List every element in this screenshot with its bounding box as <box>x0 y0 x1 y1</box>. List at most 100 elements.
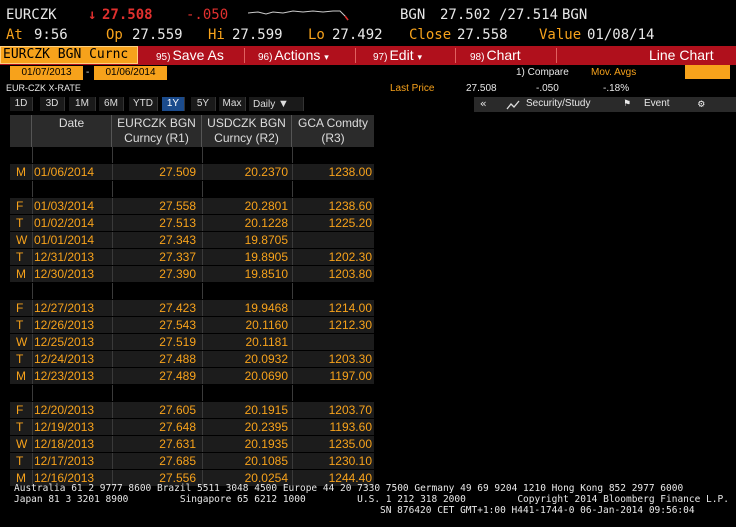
caret-down-icon: ▾ <box>324 52 329 62</box>
period-3d-button[interactable]: 3D <box>40 97 65 111</box>
cell-r2: 20.1228 <box>244 216 288 230</box>
column-divider <box>32 181 33 197</box>
cell-r3: 1203.80 <box>328 267 372 281</box>
price-source: BGN <box>400 7 426 23</box>
period-max-button[interactable]: Max <box>219 97 246 111</box>
table-header-r1[interactable]: EURCZK BGN Curncy (R1) <box>112 115 202 147</box>
period-1m-button[interactable]: 1M <box>69 97 96 111</box>
column-divider <box>292 266 293 282</box>
table-row[interactable]: F 01/03/2014 27.558 20.2801 1238.60 <box>10 198 374 214</box>
table-row[interactable]: M 12/23/2013 27.489 20.0690 1197.00 <box>10 368 374 384</box>
table-row[interactable]: F 12/20/2013 27.605 20.1915 1203.70 <box>10 402 374 418</box>
table-row[interactable]: T 12/26/2013 27.543 20.1160 1212.30 <box>10 317 374 333</box>
toolbar-divider <box>355 48 356 63</box>
column-divider <box>292 453 293 469</box>
footer-line-3: SN 876420 CET GMT+1:00 H441-1744-0 06-Ja… <box>380 505 695 516</box>
period-ytd-button[interactable]: YTD <box>129 97 158 111</box>
table-row[interactable]: T 01/02/2014 27.513 20.1228 1225.20 <box>10 215 374 231</box>
column-divider <box>112 300 113 316</box>
period-1y-button[interactable]: 1Y <box>162 97 185 111</box>
mov-avgs-field[interactable] <box>685 65 730 79</box>
gear-icon[interactable]: ⚙ <box>698 97 705 111</box>
table-row[interactable]: T 12/19/2013 27.648 20.2395 1193.60 <box>10 419 374 435</box>
column-divider <box>202 419 203 435</box>
caret-down-icon: ▼ <box>278 98 289 110</box>
cell-r1: 27.488 <box>159 352 196 366</box>
cell-date: 01/06/2014 <box>34 165 95 179</box>
security-study-button[interactable]: Security/Study <box>526 97 590 111</box>
collapse-icon[interactable]: « <box>480 97 487 111</box>
end-date-field[interactable]: 01/06/2014 <box>94 66 167 80</box>
view-type-label[interactable]: Line Chart <box>649 46 714 65</box>
table-row[interactable]: T 12/24/2013 27.488 20.0932 1203.30 <box>10 351 374 367</box>
actions-menu-button[interactable]: 96) Actions ▾ <box>258 46 329 65</box>
table-row[interactable]: T 12/31/2013 27.337 19.8905 1202.30 <box>10 249 374 265</box>
column-divider <box>202 147 203 163</box>
table-row[interactable]: W 01/01/2014 27.343 19.8705 <box>10 232 374 248</box>
column-divider <box>292 436 293 452</box>
mov-avgs-button[interactable]: Mov. Avgs <box>591 67 636 78</box>
column-divider <box>32 249 33 265</box>
cell-d: T <box>16 352 24 366</box>
cell-date: 01/03/2014 <box>34 199 95 213</box>
table-row[interactable]: M 12/30/2013 27.390 19.8510 1203.80 <box>10 266 374 282</box>
column-divider <box>292 385 293 401</box>
column-divider <box>32 419 33 435</box>
table-header-r3[interactable]: GCA Comdty (R3) <box>292 115 374 147</box>
header-r2-line2: Curncy (R2) <box>214 131 279 145</box>
header-r1-line2: Curncy (R1) <box>124 131 189 145</box>
cell-r1: 27.423 <box>159 301 196 315</box>
chart-button[interactable]: 98) Chart <box>470 46 521 65</box>
chart-label: Chart <box>486 47 521 63</box>
table-header-r2[interactable]: USDCZK BGN Curncy (R2) <box>202 115 292 147</box>
header-r1-line1: EURCZK BGN <box>117 116 196 130</box>
period-1d-button[interactable]: 1D <box>10 97 33 111</box>
open-value: 27.559 <box>132 27 183 43</box>
start-date-field[interactable]: 01/07/2013 <box>10 66 83 80</box>
column-divider <box>32 283 33 299</box>
save-as-button[interactable]: 95) Save As <box>156 46 224 65</box>
table-row[interactable]: W 12/18/2013 27.631 20.1935 1235.00 <box>10 436 374 452</box>
net-change: -.050 <box>186 7 229 23</box>
table-header-corner <box>10 115 32 147</box>
table-row[interactable]: M 01/06/2014 27.509 20.2370 1238.00 <box>10 164 374 180</box>
cell-d: T <box>16 454 24 468</box>
toolbar-divider <box>455 48 456 63</box>
table-header-date[interactable]: Date <box>32 115 112 147</box>
cell-r1: 27.648 <box>159 420 196 434</box>
security-name: EUR-CZK X-RATE <box>6 83 81 93</box>
table-row[interactable]: W 12/25/2013 27.519 20.1181 <box>10 334 374 350</box>
period-6m-button[interactable]: 6M <box>99 97 124 111</box>
table-gap-row <box>10 283 374 299</box>
column-divider <box>202 368 203 384</box>
period-5y-button[interactable]: 5Y <box>191 97 216 111</box>
column-divider <box>112 249 113 265</box>
column-divider <box>32 198 33 214</box>
cell-date: 01/02/2014 <box>34 216 95 230</box>
table-row[interactable]: F 12/27/2013 27.423 19.9468 1214.00 <box>10 300 374 316</box>
security-field[interactable]: EURCZK BGN Curnc <box>0 46 138 64</box>
column-divider <box>32 368 33 384</box>
compare-button[interactable]: 1) Compare <box>516 67 569 78</box>
column-divider <box>202 453 203 469</box>
column-divider <box>202 317 203 333</box>
column-divider <box>32 147 33 163</box>
open-label: Op <box>106 27 123 43</box>
cell-date: 12/24/2013 <box>34 352 95 366</box>
frequency-dropdown[interactable]: Daily ▼ <box>249 97 304 111</box>
cell-r2: 20.0690 <box>244 369 288 383</box>
column-divider <box>32 164 33 180</box>
cell-r2: 20.2395 <box>244 420 288 434</box>
column-divider <box>202 351 203 367</box>
table-gap-row <box>10 181 374 197</box>
column-divider <box>292 232 293 248</box>
table-row[interactable]: T 12/17/2013 27.685 20.1085 1230.10 <box>10 453 374 469</box>
event-button[interactable]: Event <box>644 97 670 111</box>
column-divider <box>292 181 293 197</box>
column-divider <box>202 215 203 231</box>
column-divider <box>202 334 203 350</box>
save-as-number: 95) <box>156 52 171 63</box>
edit-label: Edit <box>389 47 414 63</box>
edit-menu-button[interactable]: 97) Edit ▾ <box>373 46 422 65</box>
cell-d: F <box>16 403 24 417</box>
